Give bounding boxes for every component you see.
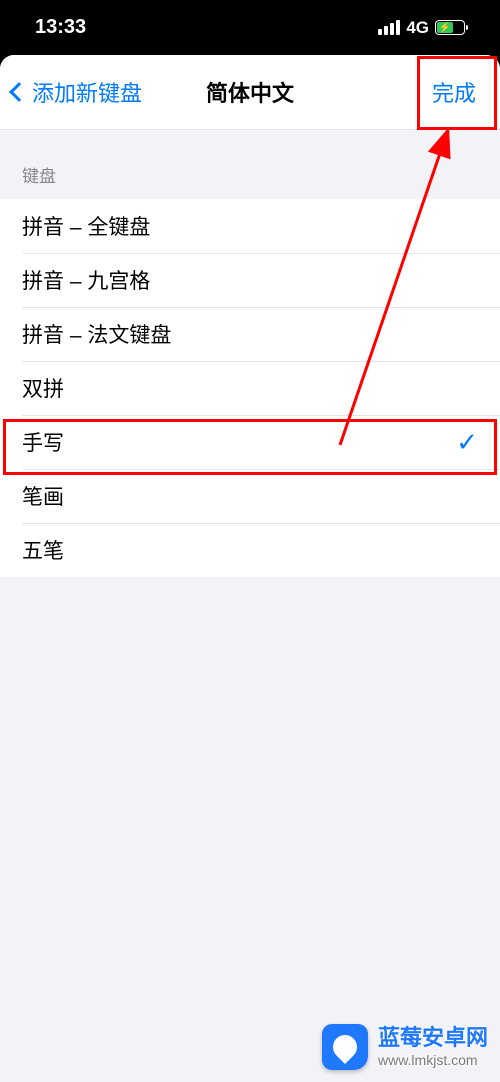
watermark-title: 蓝莓安卓网 <box>378 1025 488 1051</box>
modal-sheet: 添加新键盘 简体中文 完成 键盘 拼音 – 全键盘 拼音 – 九宫格 拼音 – … <box>0 55 500 1082</box>
signal-icon <box>378 20 400 35</box>
watermark-logo-icon <box>322 1024 368 1070</box>
list-item-label: 手写 <box>22 427 64 457</box>
list-item[interactable]: 笔画 <box>0 469 500 523</box>
list-item-label: 拼音 – 全键盘 <box>22 211 150 241</box>
list-item[interactable]: 五笔 <box>0 523 500 577</box>
keyboard-list: 拼音 – 全键盘 拼音 – 九宫格 拼音 – 法文键盘 双拼 手写 ✓ 笔画 五… <box>0 199 500 577</box>
list-item-label: 拼音 – 法文键盘 <box>22 319 171 349</box>
watermark-text: 蓝莓安卓网 www.lmkjst.com <box>378 1025 488 1068</box>
checkmark-icon: ✓ <box>456 427 478 458</box>
status-time: 13:33 <box>35 16 86 39</box>
list-item[interactable]: 拼音 – 全键盘 <box>0 199 500 253</box>
status-bar: 13:33 4G ⚡ <box>0 0 500 55</box>
back-button[interactable]: 添加新键盘 <box>12 76 142 108</box>
list-item-label: 双拼 <box>22 373 64 403</box>
list-item[interactable]: 拼音 – 法文键盘 <box>0 307 500 361</box>
navigation-bar: 添加新键盘 简体中文 完成 <box>0 55 500 130</box>
list-item-label: 拼音 – 九宫格 <box>22 265 150 295</box>
chevron-left-icon <box>9 82 29 102</box>
section-header: 键盘 <box>0 130 500 199</box>
watermark-url: www.lmkjst.com <box>378 1052 488 1069</box>
list-item-label: 笔画 <box>22 481 64 511</box>
list-item-label: 五笔 <box>22 535 64 565</box>
list-item-selected[interactable]: 手写 ✓ <box>0 415 500 469</box>
battery-icon: ⚡ <box>435 20 465 35</box>
page-title: 简体中文 <box>206 76 294 108</box>
list-item[interactable]: 双拼 <box>0 361 500 415</box>
back-label: 添加新键盘 <box>32 76 142 108</box>
done-button[interactable]: 完成 <box>418 68 490 116</box>
watermark: 蓝莓安卓网 www.lmkjst.com <box>322 1024 488 1070</box>
list-item[interactable]: 拼音 – 九宫格 <box>0 253 500 307</box>
network-label: 4G <box>406 18 429 38</box>
status-indicators: 4G ⚡ <box>378 18 465 38</box>
